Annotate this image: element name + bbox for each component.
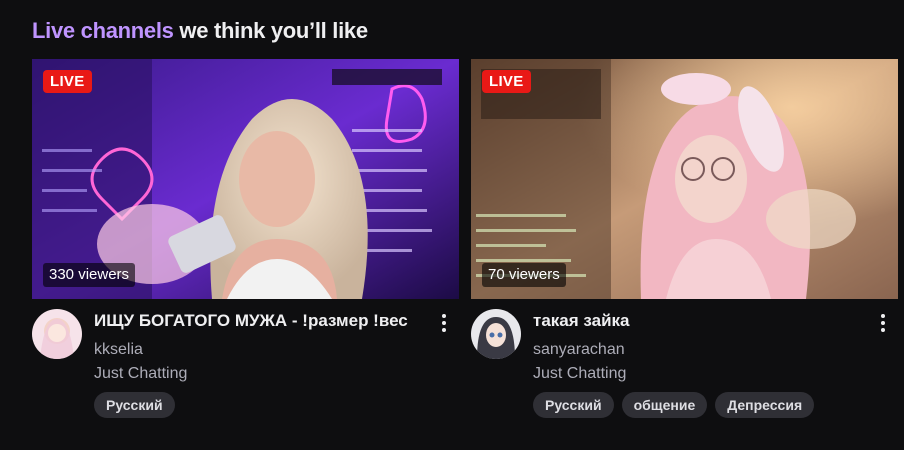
tag-list: Русский общение Депрессия — [533, 392, 815, 418]
channel-avatar[interactable] — [471, 309, 521, 359]
category-link[interactable]: Just Chatting — [94, 365, 187, 383]
stream-thumbnail[interactable]: LIVE 330 viewers — [32, 59, 459, 299]
viewer-count: 70 viewers — [482, 263, 566, 287]
stream-meta: такая зайка sanyarachan Just Chatting Ру… — [471, 299, 898, 419]
section-title-rest: we think you’ll like — [173, 18, 368, 43]
section-title: Live channels we think you’ll like — [32, 18, 368, 44]
stream-title[interactable]: такая зайка — [533, 311, 873, 331]
tag-list: Русский — [94, 392, 175, 418]
section-title-accent[interactable]: Live channels — [32, 18, 174, 43]
viewer-count: 330 viewers — [43, 263, 136, 287]
tag[interactable]: Русский — [533, 392, 614, 418]
stream-thumbnail[interactable]: LIVE 70 viewers — [471, 59, 898, 299]
stream-card: LIVE 330 viewers ИЩУ БОГАТОГО МУЖА - !ра… — [32, 59, 459, 419]
live-badge: LIVE — [482, 70, 531, 93]
more-options-icon[interactable] — [435, 311, 453, 335]
channel-name[interactable]: sanyarachan — [533, 341, 625, 359]
avatar-image — [471, 309, 521, 359]
stream-meta: ИЩУ БОГАТОГО МУЖА - !размер !вес kkselia… — [32, 299, 459, 419]
tag[interactable]: общение — [621, 392, 708, 418]
tag[interactable]: Депрессия — [715, 392, 815, 418]
channel-avatar[interactable] — [32, 309, 82, 359]
live-badge: LIVE — [43, 70, 92, 93]
tag[interactable]: Русский — [94, 392, 175, 418]
avatar-image — [32, 309, 82, 359]
more-options-icon[interactable] — [874, 311, 892, 335]
channel-name[interactable]: kkselia — [94, 341, 143, 359]
category-link[interactable]: Just Chatting — [533, 365, 626, 383]
stream-title[interactable]: ИЩУ БОГАТОГО МУЖА - !размер !вес — [94, 311, 434, 331]
stream-card: LIVE 70 viewers такая зайка sanyarachan … — [471, 59, 898, 419]
